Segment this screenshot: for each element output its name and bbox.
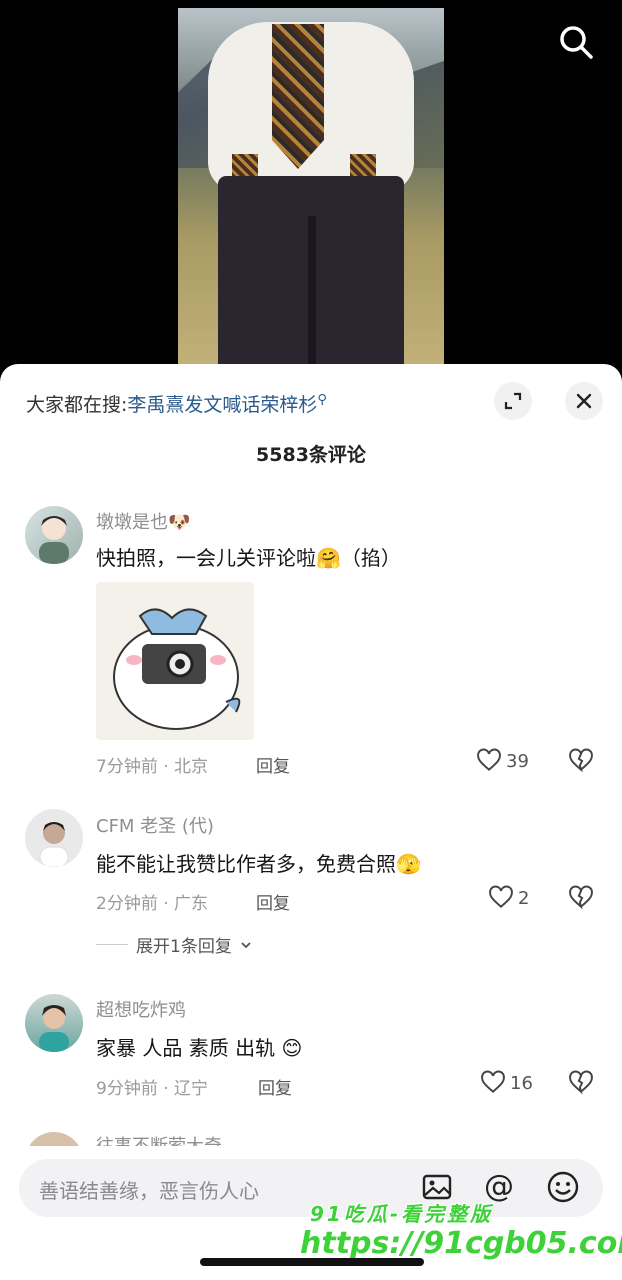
comment-username[interactable]: CFM 老圣 (代) [96,812,214,838]
like-count: 39 [506,750,529,772]
expand-icon [504,392,522,410]
like-count: 16 [510,1072,533,1094]
comment-sticker-image[interactable] [96,582,254,740]
chevron-down-icon [241,941,251,948]
comment-item: 墩墩是也🐶 快拍照，一会儿关评论啦🤗（掐） 7分钟前 · 北京 回复 39 [0,502,622,802]
divider-line [96,944,128,945]
small-search-icon: ⚲ [317,392,327,408]
video-player[interactable] [0,0,622,380]
avatar[interactable] [25,506,83,564]
like-button[interactable]: 16 [480,1070,533,1096]
reply-button[interactable]: 回复 [256,752,290,777]
expand-replies-label: 展开1条回复 [136,937,232,957]
close-icon [576,393,592,409]
comment-count: 5583条评论 [256,444,366,466]
sheet-header: 大家都在搜:李禹熹发文喊话荣梓杉⚲ [0,364,622,440]
dislike-button[interactable] [568,1070,594,1100]
like-button[interactable]: 2 [488,885,529,911]
expand-replies-button[interactable]: 展开1条回复 [96,932,252,957]
avatar[interactable] [25,809,83,867]
heart-icon [477,748,501,771]
comment-username[interactable]: 墩墩是也🐶 [96,508,190,534]
like-count: 2 [518,887,530,909]
comment-item: 超想吃炸鸡 家暴 人品 素质 出轨 😊 9分钟前 · 辽宁 回复 16 [0,992,622,1112]
comment-item: CFM 老圣 (代) 能不能让我赞比作者多，免费合照🫣 2分钟前 · 广东 回复… [0,804,622,964]
reply-button[interactable]: 回复 [256,889,290,914]
left-cuff [232,154,258,178]
video-frame [178,8,444,380]
comment-text: 快拍照，一会儿关评论啦🤗（掐） [96,546,401,570]
dislike-button[interactable] [568,748,594,778]
comment-sheet: 大家都在搜:李禹熹发文喊话荣梓杉⚲ 5583条评论 墩墩是也🐶 快拍照，一会儿关… [0,364,622,1280]
heart-icon [481,1070,505,1093]
comment-text: 能不能让我赞比作者多，免费合照🫣 [96,852,421,876]
broken-heart-icon [569,885,593,910]
comment-time-location: 9分钟前 · 辽宁 [96,1079,209,1099]
like-button[interactable]: 39 [476,748,529,774]
broken-heart-icon [569,748,593,773]
everyone-search-label: 大家都在搜: [26,394,128,416]
broken-heart-icon [569,1070,593,1095]
home-indicator[interactable] [200,1258,424,1266]
dark-trousers [218,176,404,380]
avatar[interactable] [25,994,83,1052]
comment-text: 家暴 人品 素质 出轨 😊 [96,1036,303,1060]
comment-time-location: 7分钟前 · 北京 [96,757,209,777]
search-term[interactable]: 李禹熹发文喊话荣梓杉 [127,394,317,416]
emoji-icon[interactable] [545,1169,581,1205]
heart-icon [489,885,513,908]
everyone-search-link[interactable]: 大家都在搜:李禹熹发文喊话荣梓杉⚲ [26,390,327,417]
expand-button[interactable] [494,382,532,420]
search-icon[interactable] [556,22,596,62]
watermark-line2: https://91cgb05.com [300,1226,622,1261]
comment-username[interactable]: 超想吃炸鸡 [96,996,186,1022]
right-cuff [350,154,376,178]
watermark-line1: 91吃瓜-看完整版 [310,1202,494,1226]
comment-input-placeholder: 善语结善缘，恶言伤人心 [39,1179,259,1203]
shirt-embroidery [272,24,324,169]
reply-button[interactable]: 回复 [258,1074,292,1099]
dislike-button[interactable] [568,885,594,915]
close-button[interactable] [565,382,603,420]
comment-time-location: 2分钟前 · 广东 [96,894,209,914]
